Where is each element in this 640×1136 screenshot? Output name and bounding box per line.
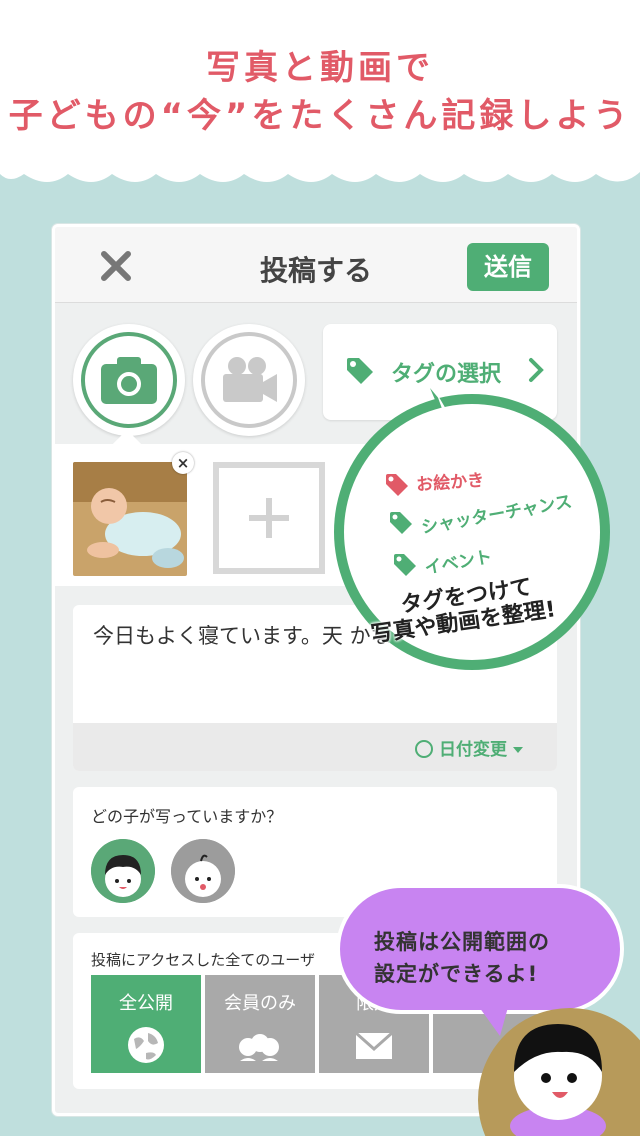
- privacy-option-all-label: 全公開: [119, 993, 173, 1014]
- tag-icon-green-2: [394, 554, 416, 576]
- child-avatar-baby[interactable]: [171, 839, 235, 903]
- date-change-label: 日付変更: [439, 740, 507, 760]
- tag-icon-green: [390, 512, 412, 534]
- post-text-footer: 日付変更: [73, 723, 557, 771]
- caret-down-icon: [513, 747, 523, 753]
- mascot-character: [478, 1008, 640, 1136]
- privacy-option-all[interactable]: 全公開: [91, 975, 201, 1073]
- tag-icon-red: [386, 474, 408, 496]
- speech-bubble-text: 投稿は公開範囲の: [374, 930, 550, 954]
- child-question: どの子が写っていますか？: [91, 807, 283, 826]
- envelope-icon: [355, 1031, 393, 1059]
- globe-icon: [128, 1027, 164, 1063]
- members-icon: [239, 1034, 279, 1061]
- tag-item[interactable]: お絵かき: [415, 466, 485, 496]
- child-avatar-boy[interactable]: [91, 839, 155, 903]
- privacy-option-members-label: 会員のみ: [224, 993, 296, 1014]
- date-change-button[interactable]: 日付変更: [415, 735, 523, 760]
- privacy-option-members[interactable]: 会員のみ: [205, 975, 315, 1073]
- privacy-description: 投稿にアクセスした全てのユーザ: [91, 951, 315, 969]
- clock-icon: [415, 740, 433, 758]
